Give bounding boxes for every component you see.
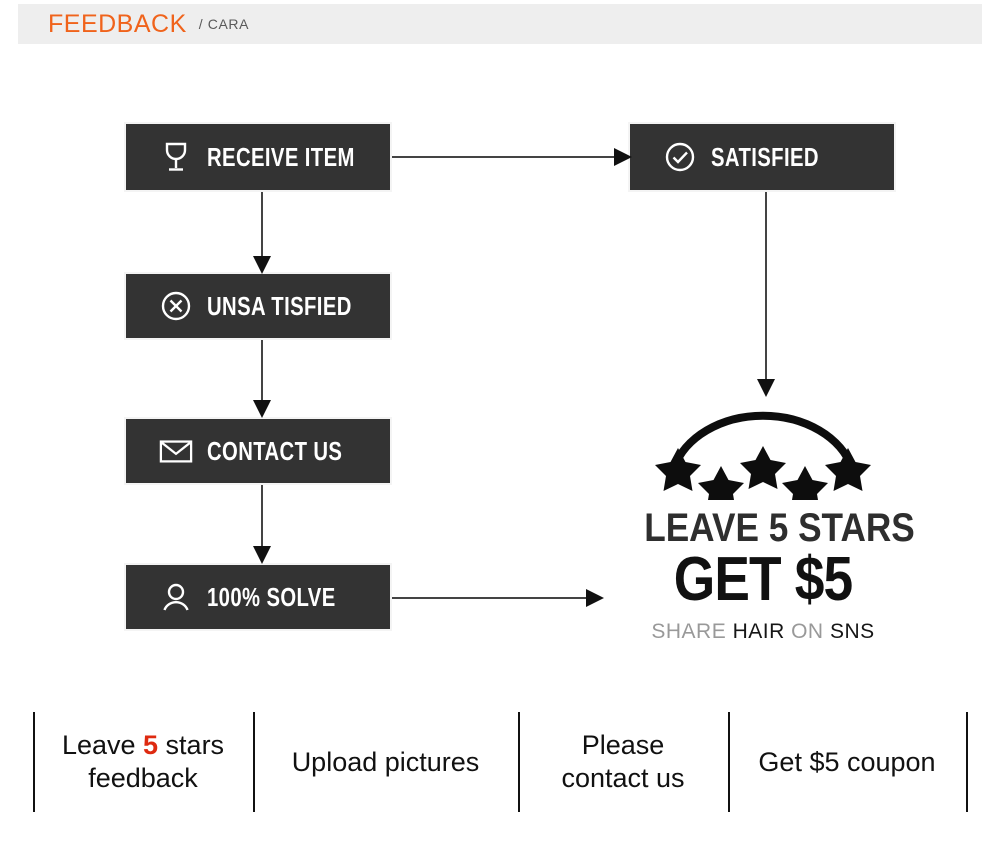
bottom-cell-highlight: 5: [143, 730, 159, 761]
flow-step-label: CONTACT US: [207, 435, 343, 466]
flow-step-label: UNSA TISFIED: [207, 290, 352, 321]
bottom-cell-leave-stars[interactable]: Leave 5 stars feedback: [33, 712, 253, 812]
flow-step-100-percent-solve[interactable]: 100% SOLVE: [124, 563, 392, 631]
bottom-summary-bar: Leave 5 stars feedback Upload pictures P…: [0, 712, 1000, 812]
envelope-icon: [159, 434, 193, 468]
connector-satisfied-to-promo: [753, 192, 779, 397]
bottom-cell-contact-us[interactable]: Please contact us: [518, 712, 728, 812]
promo-line-get-5: GET $5: [673, 545, 853, 614]
bottom-cell-text-pre: Leave: [61, 730, 144, 761]
bottom-cell-text: Get $5 coupon: [758, 746, 936, 777]
flow-step-label: 100% SOLVE: [207, 581, 336, 612]
five-stars-arc-icon: [655, 411, 871, 500]
bottom-cell-text: Upload pictures: [291, 746, 480, 777]
page-title: FEEDBACK: [48, 9, 187, 38]
bottom-cell-text: Please contact us: [561, 729, 684, 795]
flow-step-satisfied[interactable]: SATISFIED: [628, 122, 896, 192]
connector-solve-to-promo: [392, 585, 604, 611]
connector-contact-to-solve: [249, 485, 275, 564]
promo-block: LEAVE 5 STARS GET $5 SHARE HAIR ON SNS: [628, 404, 915, 644]
promo-word-share: SHARE: [651, 620, 727, 644]
flow-step-unsatisfied[interactable]: UNSA TISFIED: [124, 272, 392, 340]
flow-step-receive-item[interactable]: RECEIVE ITEM: [116, 114, 392, 192]
connector-receive-to-unsatisfied: [249, 192, 275, 274]
connector-receive-to-satisfied: [392, 144, 632, 170]
bottom-cell-text-post: stars: [158, 730, 225, 761]
promo-word-on: ON: [791, 620, 824, 644]
connector-unsatisfied-to-contact: [249, 340, 275, 418]
bottom-cell-text: Leave 5 stars feedback: [62, 729, 224, 795]
promo-word-hair: HAIR: [732, 620, 785, 644]
circle-x-icon: [159, 289, 193, 323]
bottom-cell-text-line2: feedback: [88, 763, 198, 793]
promo-word-sns: SNS: [829, 620, 875, 644]
bottom-divider: [966, 712, 968, 812]
person-icon: [159, 580, 193, 614]
promo-line-share-hair-on-sns: SHARE HAIR ON SNS: [628, 620, 898, 644]
page-header: FEEDBACK / CARA: [18, 4, 982, 44]
bottom-cell-get-coupon[interactable]: Get $5 coupon: [728, 712, 966, 812]
flow-step-label: RECEIVE ITEM: [207, 141, 355, 172]
bottom-cell-text-pre: Please: [581, 730, 665, 761]
circle-check-icon: [663, 140, 697, 174]
bottom-cell-upload-pictures[interactable]: Upload pictures: [253, 712, 518, 812]
bottom-cell-text-line2: contact us: [561, 763, 685, 793]
flow-step-label: SATISFIED: [711, 141, 819, 172]
wine-glass-icon: [159, 140, 193, 174]
flow-step-contact-us[interactable]: CONTACT US: [124, 417, 392, 485]
page-subtitle: / CARA: [198, 16, 250, 32]
